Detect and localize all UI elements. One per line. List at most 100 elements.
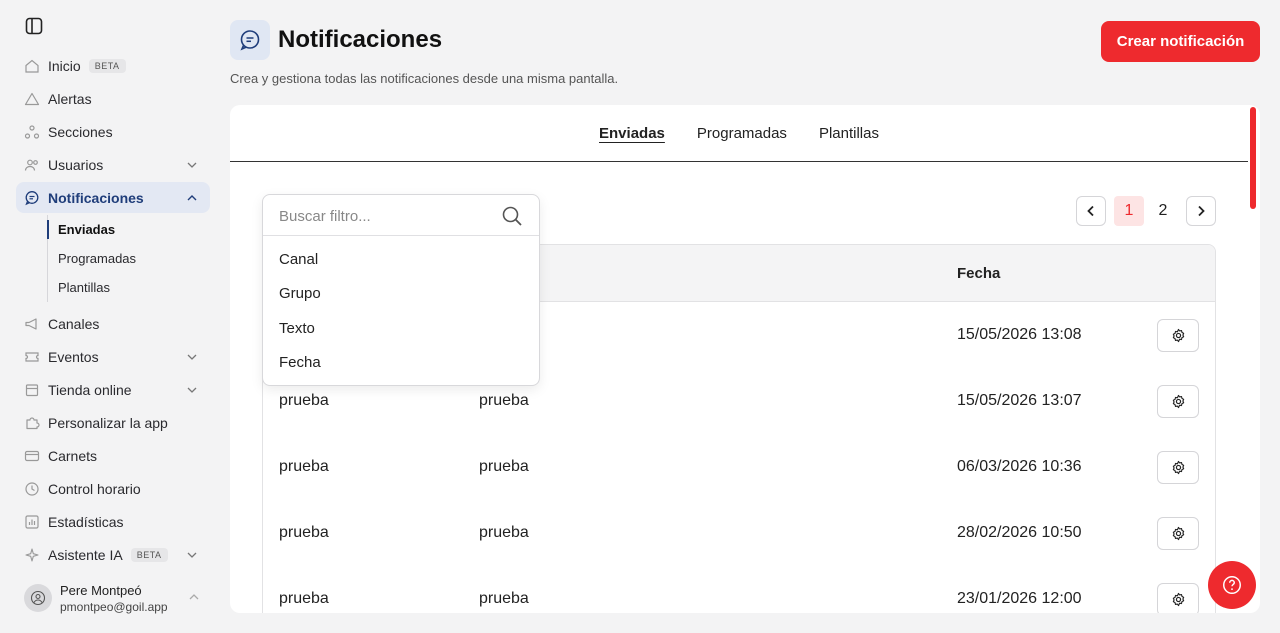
cell-group: prueba — [479, 524, 529, 541]
cell-channel: prueba — [279, 392, 329, 409]
gear-icon — [1172, 592, 1184, 607]
chevron-down-icon — [186, 350, 198, 362]
users-icon — [24, 157, 40, 173]
tab-enviadas[interactable]: Enviadas — [599, 125, 665, 142]
sidebar-item-label: Eventos — [48, 348, 99, 365]
sidebar-item-label: Canales — [48, 315, 100, 332]
sidebar-item-asistente-ia[interactable]: Asistente IA BETA — [16, 539, 210, 570]
sidebar: Inicio BETA Alertas Secciones Usuarios N… — [0, 0, 222, 633]
clock-icon — [24, 481, 40, 497]
beta-badge: BETA — [88, 58, 126, 73]
prev-page-button[interactable] — [1076, 196, 1106, 226]
filter-option-canal[interactable]: Canal — [279, 251, 318, 268]
gear-icon — [1172, 460, 1184, 475]
table-row[interactable]: prueba prueba 23/01/2026 12:00 — [263, 566, 1215, 613]
page-1-button[interactable]: 1 — [1114, 196, 1144, 226]
filter-dropdown: Canal Grupo Texto Fecha — [262, 194, 540, 386]
ticket-icon — [24, 349, 40, 365]
cell-group: prueba — [479, 392, 529, 409]
notifications-subnav: Enviadas Programadas Plantillas — [47, 215, 210, 302]
row-settings-button[interactable] — [1157, 583, 1199, 613]
sidebar-item-control-horario[interactable]: Control horario — [16, 473, 210, 504]
sidebar-item-personalizar[interactable]: Personalizar la app — [16, 407, 210, 438]
sidebar-item-label: Estadísticas — [48, 513, 124, 530]
subnav-item-plantillas[interactable]: Plantillas — [48, 273, 210, 302]
sidebar-item-canales[interactable]: Canales — [16, 308, 210, 339]
chevron-down-icon — [186, 548, 198, 560]
filter-search-input[interactable] — [279, 205, 489, 227]
sidebar-item-tienda-online[interactable]: Tienda online — [16, 374, 210, 405]
filter-search — [263, 195, 539, 236]
table-row[interactable]: prueba prueba 28/02/2026 10:50 — [263, 500, 1215, 566]
sidebar-item-label: Personalizar la app — [48, 414, 168, 431]
chevron-left-icon — [1087, 205, 1094, 217]
sidebar-item-label: Tienda online — [48, 381, 132, 398]
beta-badge: BETA — [130, 547, 168, 562]
row-settings-button[interactable] — [1157, 517, 1199, 550]
row-settings-button[interactable] — [1157, 385, 1199, 418]
chevron-down-icon — [186, 158, 198, 170]
puzzle-icon — [24, 415, 40, 431]
next-page-button[interactable] — [1186, 196, 1216, 226]
gear-icon — [1172, 526, 1184, 541]
tab-programadas[interactable]: Programadas — [697, 125, 787, 142]
sidebar-toggle-icon[interactable] — [24, 16, 44, 36]
subnav-item-programadas[interactable]: Programadas — [48, 244, 210, 273]
sidebar-item-label: Inicio — [48, 57, 81, 74]
sidebar-item-estadisticas[interactable]: Estadísticas — [16, 506, 210, 537]
user-avatar-icon — [30, 590, 46, 606]
filter-option-grupo[interactable]: Grupo — [279, 285, 321, 302]
sidebar-item-alertas[interactable]: Alertas — [16, 83, 210, 114]
sidebar-item-label: Alertas — [48, 90, 92, 107]
sidebar-item-label: Usuarios — [48, 156, 104, 173]
sidebar-item-usuarios[interactable]: Usuarios — [16, 149, 210, 180]
alert-triangle-icon — [24, 91, 40, 107]
user-profile[interactable]: Pere Montpeó pmontpeo@goil.app — [24, 578, 210, 618]
chevron-right-icon — [1198, 205, 1205, 217]
sidebar-nav: Inicio BETA Alertas Secciones Usuarios N… — [16, 50, 210, 572]
cell-channel: prueba — [279, 590, 329, 607]
cell-group: prueba — [479, 458, 529, 475]
gear-icon — [1172, 328, 1184, 343]
chat-bubble-icon — [240, 30, 260, 51]
page-icon — [230, 20, 270, 60]
row-settings-button[interactable] — [1157, 451, 1199, 484]
sidebar-item-notificaciones[interactable]: Notificaciones — [16, 182, 210, 213]
chat-bubble-icon — [24, 190, 40, 206]
create-notification-button[interactable]: Crear notificación — [1101, 21, 1260, 62]
question-icon — [1223, 576, 1241, 594]
sidebar-item-label: Control horario — [48, 480, 141, 497]
cell-date: 06/03/2026 10:36 — [957, 458, 1082, 475]
scrollbar-thumb[interactable] — [1250, 107, 1256, 209]
chevron-up-icon — [188, 590, 200, 602]
tab-bar: Enviadas Programadas Plantillas — [230, 105, 1248, 162]
row-settings-button[interactable] — [1157, 319, 1199, 352]
cell-channel: prueba — [279, 524, 329, 541]
avatar — [24, 584, 52, 612]
sidebar-item-inicio[interactable]: Inicio BETA — [16, 50, 210, 81]
cell-date: 15/05/2026 13:07 — [957, 392, 1082, 409]
sidebar-item-label: Asistente IA — [48, 546, 123, 563]
sidebar-item-label: Secciones — [48, 123, 113, 140]
subnav-item-enviadas[interactable]: Enviadas — [47, 215, 210, 244]
megaphone-icon — [24, 316, 40, 332]
cell-channel: prueba — [279, 458, 329, 475]
user-email: pmontpeo@goil.app — [60, 599, 168, 614]
help-button[interactable] — [1208, 561, 1256, 609]
filter-option-texto[interactable]: Texto — [279, 320, 315, 337]
gear-icon — [1172, 394, 1184, 409]
chevron-down-icon — [186, 383, 198, 395]
table-row[interactable]: prueba prueba 06/03/2026 10:36 — [263, 434, 1215, 500]
filter-option-fecha[interactable]: Fecha — [279, 354, 321, 371]
home-icon — [24, 58, 40, 74]
cell-date: 15/05/2026 13:08 — [957, 326, 1082, 343]
sidebar-item-eventos[interactable]: Eventos — [16, 341, 210, 372]
page-title: Notificaciones — [278, 26, 443, 53]
search-icon[interactable] — [501, 205, 523, 227]
sparkle-icon — [24, 547, 40, 563]
cell-date: 28/02/2026 10:50 — [957, 524, 1082, 541]
sidebar-item-secciones[interactable]: Secciones — [16, 116, 210, 147]
sidebar-item-carnets[interactable]: Carnets — [16, 440, 210, 471]
page-2-button[interactable]: 2 — [1148, 196, 1178, 226]
tab-plantillas[interactable]: Plantillas — [819, 125, 879, 142]
